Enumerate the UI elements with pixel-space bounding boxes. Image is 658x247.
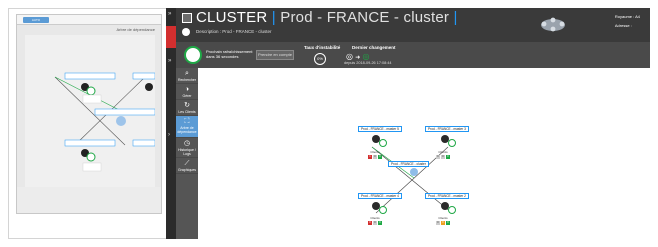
toggle-icon: ◑ (184, 86, 190, 93)
page-title: CLUSTER | Prod - FRANCE - cluster | (196, 9, 458, 26)
network-cloud-icon (541, 17, 565, 32)
nav-label: Gérer (182, 94, 192, 98)
badge-neutral: 0 (373, 155, 377, 159)
chart-icon: ⟋ (184, 160, 190, 167)
chevron-right-icon[interactable]: › (168, 132, 170, 138)
graph-node-master-2[interactable]: Prod - FRANCE - master 2 (425, 193, 469, 199)
info-icon[interactable] (182, 28, 190, 36)
clock-icon: ◷ (183, 140, 191, 147)
state-change-icons: ◎ ➜ ◎ (346, 52, 370, 61)
kingdom-info: Royaume : A4 Adresse : (615, 12, 640, 30)
nav-dependency-tree[interactable]: ⛶ Arbre de dépendance (176, 116, 198, 138)
dependency-graph-canvas: Prod - FRANCE - master 5 Prod - FRANCE -… (198, 68, 650, 239)
search-icon: ⌕ (185, 70, 189, 77)
nav-manage[interactable]: ◑ Gérer (176, 84, 198, 100)
cluster-hub-icon (410, 168, 418, 176)
status-ok-icon (379, 139, 387, 147)
collapse-strip[interactable]: » » › (166, 8, 176, 239)
nav-search[interactable]: ⌕ Rechercher (176, 68, 198, 84)
clients-box[interactable]: Clients 0 0 0 (434, 150, 452, 162)
nav-label: Historique / Logs (178, 148, 196, 156)
badge-ok: 0 (378, 155, 382, 159)
clients-label: Clients (438, 150, 448, 154)
clients-label: Clients (438, 216, 448, 220)
nav-label: Rechercher (177, 78, 197, 82)
apply-button[interactable]: Prendre en compte (256, 50, 294, 60)
nav-label: Arbre de dépendance (177, 126, 197, 134)
badge-neutral: 0 (441, 155, 445, 159)
badge-ok: 0 (446, 221, 450, 225)
title-separator: | (271, 9, 276, 26)
graph-edges (371, 146, 453, 214)
kingdom-label: Royaume : A4 (614, 14, 640, 19)
nav-label: Graphiques (177, 168, 197, 172)
cluster-logo-icon (182, 13, 192, 23)
next-refresh-text: Prochain rafraîchissement dans 36 second… (206, 49, 253, 59)
preview-footer (17, 187, 161, 213)
tree-icon: ⛶ (184, 118, 190, 125)
graph-node-master-4[interactable]: Prod - FRANCE - master 4 (358, 193, 402, 199)
preview-graph (54, 72, 156, 172)
main-app: CLUSTER | Prod - FRANCE - cluster | Desc… (176, 8, 650, 239)
nav-clients[interactable]: ↻ Les Clients (176, 100, 198, 116)
client-badges: 0 0 0 (366, 221, 384, 225)
clients-label: Clients (370, 150, 380, 154)
app-name: CLUSTER (196, 9, 268, 26)
title-separator: | (453, 9, 458, 26)
badge-alert: 1 (368, 155, 372, 159)
description: Description : Prod - FRANCE - cluster (196, 29, 272, 34)
instability-gauge-icon: 0% (314, 53, 326, 65)
alert-tab[interactable] (166, 26, 176, 48)
preview-canvas (25, 35, 156, 187)
badge-neutral: 0 (436, 155, 440, 159)
chevron-right-icon[interactable]: » (168, 58, 171, 64)
badge-ok: 0 (378, 221, 382, 225)
clients-label: Clients (370, 216, 380, 220)
preview-tab[interactable]: AUTO (23, 17, 49, 23)
address-label: Adresse : (614, 23, 632, 28)
last-change-title: Dernier changement (352, 45, 396, 50)
client-badges: 0 0 0 (434, 221, 452, 225)
clients-box[interactable]: Clients 0 0 0 (434, 216, 452, 228)
clients-box[interactable]: Clients 0 0 0 (366, 216, 384, 228)
graph-node-cluster[interactable]: Prod - FRANCE - cluster (388, 161, 429, 167)
badge-neutral: 0 (436, 221, 440, 225)
client-badges: 0 0 0 (434, 155, 452, 159)
side-nav: ⌕ Rechercher ◑ Gérer ↻ Les Clients ⛶ Arbre d… (176, 68, 198, 239)
status-ok-icon (448, 139, 456, 147)
status-ok-icon (379, 206, 387, 214)
graph-node-master-5[interactable]: Prod - FRANCE - master 5 (358, 126, 402, 132)
status-ok-icon (448, 206, 456, 214)
status-bar: Prochain rafraîchissement dans 36 second… (176, 42, 650, 68)
nav-charts[interactable]: ⟋ Graphiques (176, 158, 198, 174)
badge-warning: 0 (441, 221, 445, 225)
instability-title: Taux d'instabilité (304, 45, 341, 50)
preview-panel: AUTO Arbre de dépendance (16, 14, 162, 214)
refresh-icon[interactable] (184, 46, 202, 64)
graph-node-master-3[interactable]: Prod - FRANCE - master 3 (425, 126, 469, 132)
nav-label: Les Clients (178, 110, 196, 114)
preview-header: AUTO (17, 15, 161, 25)
clients-box[interactable]: Clients 1 0 0 (366, 150, 384, 162)
badge-alert: 0 (368, 221, 372, 225)
client-badges: 1 0 0 (366, 155, 384, 159)
top-bar: CLUSTER | Prod - FRANCE - cluster | Desc… (176, 8, 650, 42)
badge-neutral: 0 (373, 221, 377, 225)
cluster-name: Prod - FRANCE - cluster (280, 9, 450, 26)
preview-title: Arbre de dépendance (116, 27, 155, 32)
refresh-icon: ↻ (184, 102, 190, 109)
badge-ok: 0 (446, 155, 450, 159)
last-change-time: depuis 2018-09-26 17:08:44 (344, 61, 392, 65)
chevron-right-icon[interactable]: » (168, 11, 171, 17)
nav-history[interactable]: ◷ Historique / Logs (176, 138, 198, 158)
